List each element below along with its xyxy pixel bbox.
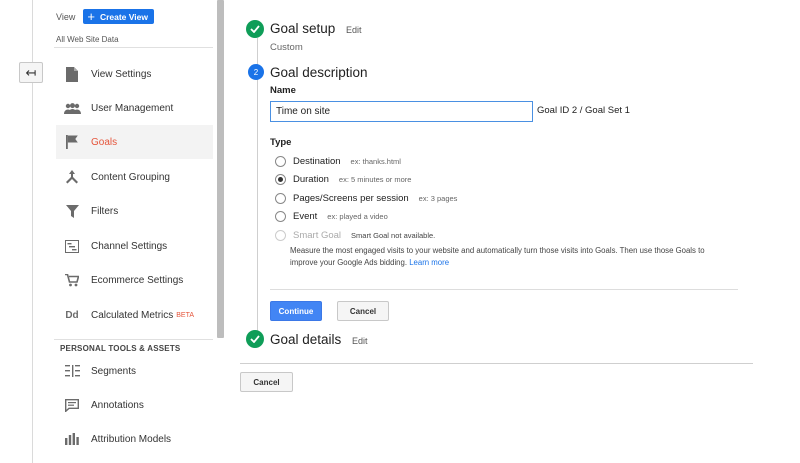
sidebar-item-label: Annotations — [91, 399, 144, 411]
sidebar-item-content-grouping[interactable]: Content Grouping — [56, 160, 213, 194]
step1-title: Goal setup — [270, 21, 336, 36]
back-arrow-icon: ↤ — [25, 64, 37, 80]
beta-badge: BETA — [176, 311, 195, 319]
step2-title: Goal description — [270, 65, 368, 80]
type-option-pages-per-session[interactable]: Pages/Screens per session ex: 3 pages — [275, 191, 457, 205]
channel-icon — [61, 238, 83, 254]
type-option-duration[interactable]: Duration ex: 5 minutes or more — [275, 172, 411, 186]
type-option-event[interactable]: Event ex: played a video — [275, 209, 388, 223]
dd-icon: Dd — [65, 309, 79, 321]
step2-number-badge: 2 — [248, 64, 264, 80]
sidebar-item-segments[interactable]: Segments — [56, 354, 213, 388]
radio-button[interactable] — [275, 210, 286, 222]
view-selector[interactable]: All Web Site Data — [56, 35, 119, 44]
sidebar-item-ecommerce-settings[interactable]: Ecommerce Settings — [56, 263, 213, 297]
sidebar-item-label: Calculated Metrics — [91, 309, 174, 321]
bar-chart-icon — [61, 431, 83, 447]
divider — [240, 363, 753, 364]
goal-id-text: Goal ID 2 / Goal Set 1 — [537, 105, 630, 116]
sidebar-item-label: Goals — [91, 136, 118, 148]
step1-check-icon — [246, 20, 264, 38]
step3-edit-link[interactable]: Edit — [352, 336, 368, 346]
sidebar-item-label: Segments — [91, 365, 137, 377]
type-option-example: ex: 5 minutes or more — [338, 174, 412, 184]
divider — [270, 289, 738, 290]
document-icon — [61, 66, 83, 82]
sidebar-item-label: User Management — [91, 102, 174, 114]
step1-value: Custom — [270, 42, 303, 53]
type-option-example: ex: 3 pages — [418, 193, 458, 203]
filter-icon — [61, 203, 83, 219]
segments-icon — [61, 363, 83, 379]
smart-goal-description-text: Measure the most engaged visits to your … — [290, 246, 705, 267]
type-option-label: Duration — [293, 173, 329, 185]
type-option-example: Smart Goal not available. — [351, 230, 436, 240]
step3-check-icon — [246, 330, 264, 348]
type-option-label: Smart Goal — [293, 229, 342, 241]
type-option-label: Pages/Screens per session — [293, 192, 409, 204]
sidebar-item-label: View Settings — [91, 68, 152, 80]
cart-icon — [61, 272, 83, 288]
type-option-label: Event — [293, 210, 318, 222]
name-label: Name — [270, 85, 296, 96]
divider — [54, 339, 213, 340]
radio-button[interactable] — [275, 173, 286, 185]
type-option-example: ex: thanks.html — [350, 156, 401, 166]
personal-tools-heading: PERSONAL TOOLS & ASSETS — [60, 344, 181, 353]
sidebar-item-label: Channel Settings — [91, 240, 168, 252]
sidebar-item-annotations[interactable]: Annotations — [56, 388, 213, 422]
annotation-icon — [61, 397, 83, 413]
divider — [54, 47, 213, 48]
plus-icon: + — [87, 8, 95, 24]
type-option-label: Destination — [293, 155, 341, 167]
goal-name-input[interactable] — [270, 101, 533, 122]
sidebar-item-calculated-metrics[interactable]: Dd Calculated Metrics BETA — [56, 298, 213, 332]
back-arrow-button[interactable]: ↤ — [19, 62, 43, 83]
sidebar-item-label: Filters — [91, 205, 119, 217]
type-option-smart-goal: Smart Goal Smart Goal not available. — [275, 228, 435, 242]
radio-button[interactable] — [275, 192, 286, 204]
sidebar-scrollbar[interactable] — [217, 0, 224, 338]
sidebar-item-label: Content Grouping — [91, 171, 170, 183]
continue-button[interactable]: Continue — [270, 301, 322, 321]
sidebar-item-view-settings[interactable]: View Settings — [56, 57, 213, 91]
step3-title: Goal details — [270, 332, 342, 347]
sidebar-item-label: Ecommerce Settings — [91, 274, 184, 286]
sidebar-item-label: Attribution Models — [91, 433, 172, 445]
sidebar-item-filters[interactable]: Filters — [56, 194, 213, 228]
smart-goal-description: Measure the most engaged visits to your … — [290, 245, 730, 268]
type-option-destination[interactable]: Destination ex: thanks.html — [275, 154, 401, 168]
step1-edit-link[interactable]: Edit — [346, 25, 362, 35]
bottom-cancel-button[interactable]: Cancel — [240, 372, 293, 392]
sidebar-item-attribution-models[interactable]: Attribution Models — [56, 422, 213, 456]
admin-view-column: View + Create View All Web Site Data Vie… — [54, 0, 216, 463]
create-view-label: Create View — [99, 11, 148, 22]
radio-button[interactable] — [275, 155, 286, 167]
radio-button — [275, 229, 286, 241]
flag-icon — [61, 134, 83, 150]
learn-more-link[interactable]: Learn more — [409, 258, 449, 267]
sidebar-item-channel-settings[interactable]: Channel Settings — [56, 229, 213, 263]
create-view-button[interactable]: + Create View — [83, 9, 154, 24]
cancel-button[interactable]: Cancel — [337, 301, 389, 321]
sidebar-item-user-management[interactable]: User Management — [56, 91, 213, 125]
type-option-example: ex: played a video — [327, 211, 388, 221]
step-timeline — [257, 38, 258, 336]
sidebar-item-goals[interactable]: Goals — [56, 125, 213, 159]
content-grouping-icon — [61, 169, 83, 185]
type-label: Type — [270, 137, 292, 148]
users-icon — [61, 100, 83, 116]
view-label: View — [56, 11, 76, 22]
